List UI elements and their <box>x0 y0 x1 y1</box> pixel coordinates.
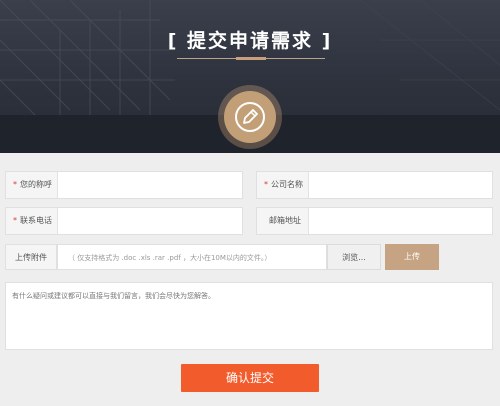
company-label: * 公司名称 <box>257 172 309 198</box>
file-path-display[interactable]: （ 仅支持格式为 .doc .xls .rar .pdf ，大小在10M以内的文… <box>57 244 327 270</box>
company-label-text: 公司名称 <box>271 180 303 189</box>
name-label: * 您的称呼 <box>6 172 58 198</box>
phone-input[interactable] <box>58 208 246 236</box>
email-label: 邮箱地址 <box>257 208 309 234</box>
edit-badge <box>218 85 282 149</box>
required-mark: * <box>13 216 17 225</box>
required-mark: * <box>13 180 17 189</box>
company-input[interactable] <box>309 172 496 200</box>
edit-badge-inner <box>224 91 276 143</box>
page-title: [ 提交申请需求 ] <box>167 30 333 52</box>
title-divider <box>177 57 325 60</box>
submit-button[interactable]: 确认提交 <box>181 364 319 392</box>
title-divider-accent <box>236 57 266 60</box>
upload-button[interactable]: 上传 <box>385 244 439 270</box>
email-input[interactable] <box>309 208 496 236</box>
required-mark: * <box>264 180 268 189</box>
browse-button[interactable]: 浏览... <box>327 244 381 270</box>
upload-label: 上传附件 <box>5 244 57 270</box>
header-banner: [ 提交申请需求 ] <box>0 0 500 153</box>
message-textarea[interactable]: 有什么疑问或建议都可以直接与我们留言，我们会尽快为您解答。 <box>5 282 493 350</box>
company-field: * 公司名称 <box>256 171 496 200</box>
name-field: * 您的称呼 <box>5 171 246 200</box>
phone-label-text: 联系电话 <box>20 216 52 225</box>
name-label-text: 您的称呼 <box>20 180 52 189</box>
edit-pencil-icon <box>235 102 265 132</box>
upload-row: 上传附件 （ 仅支持格式为 .doc .xls .rar .pdf ，大小在10… <box>5 244 495 270</box>
email-field: 邮箱地址 <box>256 207 496 236</box>
application-form: * 您的称呼 * 公司名称 * 联系电话 邮箱地址 上传附件 （ 仅支持格式为 .do… <box>0 153 500 406</box>
name-input[interactable] <box>58 172 246 200</box>
phone-label: * 联系电话 <box>6 208 58 234</box>
phone-field: * 联系电话 <box>5 207 246 236</box>
